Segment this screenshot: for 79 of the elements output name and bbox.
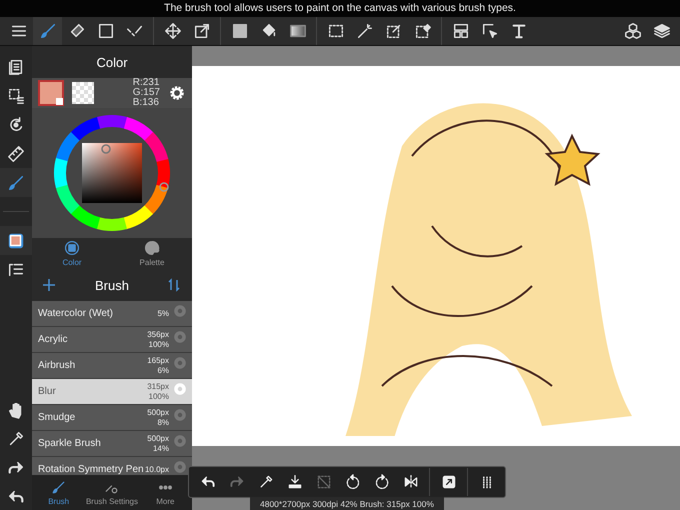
brush-opacity: 100% [148, 340, 169, 350]
sidebar-button[interactable] [0, 226, 32, 255]
panel-title: Color [96, 54, 128, 70]
layers-icon [652, 22, 670, 40]
brush-opacity: 8% [157, 418, 169, 428]
rotate-left-icon [344, 474, 360, 490]
brush-size: 500px [147, 434, 169, 444]
brush-size: 10.0px [144, 464, 169, 474]
tooltip-text: The brush tool allows users to paint on the canvas with various brush types. [0, 0, 680, 17]
settings-icon [172, 459, 188, 475]
fill-color-icon [230, 22, 248, 40]
add-icon[interactable] [42, 278, 56, 292]
settings-icon [172, 381, 188, 397]
pointer-select-icon [480, 22, 498, 40]
palette-icon [144, 240, 160, 256]
rotate-icon [7, 116, 25, 134]
deselect-icon [316, 474, 332, 490]
color-wheel[interactable] [52, 113, 172, 233]
brush-opacity: 5% [157, 308, 169, 318]
brush-size: 315px [147, 382, 169, 392]
transform-icon [192, 22, 210, 40]
selection-list-icon [7, 86, 25, 104]
eyedropper-icon [258, 474, 274, 490]
background-color-swatch[interactable] [72, 82, 94, 104]
brush-name: Airbrush [38, 360, 76, 371]
settings-icon [172, 433, 188, 449]
eyedropper-icon [7, 430, 25, 448]
panel-title: Brush [95, 278, 129, 292]
settings-icon [172, 355, 188, 371]
selection-pen-icon [384, 22, 402, 40]
panel-tab[interactable]: Color [32, 238, 112, 269]
panel-tab[interactable]: Palette [112, 238, 192, 269]
brush-icon [51, 480, 66, 495]
bottom-tab[interactable]: Brush Settings [85, 475, 139, 510]
settings-icon [172, 329, 188, 345]
flip-icon [402, 474, 418, 490]
brush-name: Rotation Symmetry Pen [38, 464, 145, 475]
bottom-tab[interactable]: Brush [32, 475, 86, 510]
foreground-color-swatch[interactable] [38, 80, 64, 106]
move-icon [164, 22, 182, 40]
undo-icon [200, 474, 216, 490]
cubes-icon [624, 22, 642, 40]
selection-icon [326, 22, 344, 40]
rotate-right-icon [374, 474, 390, 490]
color-swatch-icon [7, 232, 25, 250]
rgb-value: B:136 [132, 98, 160, 108]
redo-icon [228, 474, 244, 490]
brush-list-item[interactable]: Blur 315px 100% [32, 379, 192, 405]
gradient-icon [288, 22, 306, 40]
brush-opacity: 100% [148, 392, 169, 402]
download-icon [286, 474, 302, 490]
brush-name: Smudge [38, 412, 76, 423]
brush-name: Watercolor (Wet) [38, 308, 114, 319]
sort-icon[interactable] [168, 278, 180, 292]
brush-size: 356px [147, 330, 169, 340]
settings-icon [172, 303, 188, 319]
pages-icon [7, 58, 25, 76]
brush-name: Blur [38, 386, 57, 397]
text-tool-icon [510, 22, 528, 40]
brush-size: 500px [147, 408, 169, 418]
brush-opacity: 6% [157, 366, 169, 376]
magic-wand-icon [356, 22, 374, 40]
status-text: 4800*2700px 300dpi 42% Brush: 315px 100% [250, 497, 444, 510]
rgb-value: G:157 [132, 88, 160, 98]
brush-icon [38, 22, 56, 40]
ruler-icon [7, 144, 25, 162]
rgb-value: R:231 [132, 78, 160, 88]
bottom-tab[interactable]: More [138, 475, 192, 510]
settings-icon[interactable] [168, 84, 186, 102]
brush-name: Acrylic [38, 334, 68, 345]
brush-opacity: 14% [152, 444, 169, 454]
expand-icon [440, 474, 456, 490]
panel-layout-icon [452, 22, 470, 40]
brush-icon [7, 174, 25, 192]
square-icon [96, 22, 114, 40]
brush-size: 165px [147, 356, 169, 366]
brush-name: Sparkle Brush [38, 438, 102, 449]
selection-eraser-icon [414, 22, 432, 40]
settings-icon [172, 407, 188, 423]
